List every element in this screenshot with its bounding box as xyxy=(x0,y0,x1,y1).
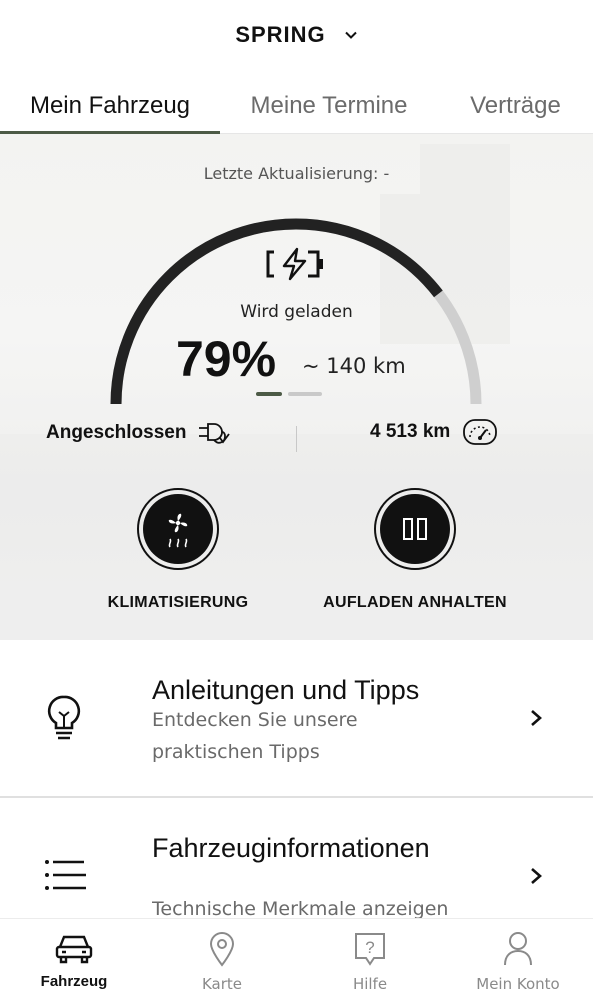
vehicle-stats-row: Angeschlossen 4 513 km xyxy=(0,418,593,458)
card-title: Anleitungen und Tipps xyxy=(152,675,420,705)
carousel-dot[interactable] xyxy=(288,392,322,396)
nav-mein-konto[interactable]: Mein Konto xyxy=(444,919,592,1000)
vehicle-info-card[interactable]: Fahrzeuginformationen Technische Merkmal… xyxy=(0,800,593,920)
nav-karte[interactable]: Karte xyxy=(148,919,296,1000)
battery-percentage: 79% xyxy=(176,331,277,387)
chevron-down-icon xyxy=(344,31,357,39)
odometer-value: 4 513 km xyxy=(370,421,451,442)
plug-connected-icon xyxy=(199,423,231,444)
climate-button[interactable] xyxy=(137,488,219,570)
plug-status-label: Angeschlossen xyxy=(46,422,187,443)
chevron-right-icon xyxy=(531,868,542,884)
list-icon xyxy=(45,860,86,890)
nav-label: Mein Konto xyxy=(476,975,560,993)
lightbulb-icon xyxy=(47,695,81,740)
chevron-right-icon xyxy=(531,710,542,726)
plug-status: Angeschlossen xyxy=(46,418,232,448)
stop-charging-label: AUFLADEN ANHALTEN xyxy=(323,594,507,611)
nav-fahrzeug[interactable]: Fahrzeug xyxy=(0,919,148,1000)
nav-label: Karte xyxy=(201,975,243,993)
car-icon xyxy=(55,935,93,964)
nav-hilfe[interactable]: ? Hilfe xyxy=(296,919,444,1000)
carousel-indicator[interactable] xyxy=(256,392,322,396)
card-title: Fahrzeuginformationen xyxy=(152,833,430,863)
map-pin-icon xyxy=(209,932,235,967)
climate-action: KLIMATISIERUNG xyxy=(68,488,288,612)
carousel-dot[interactable] xyxy=(256,392,282,396)
stats-divider xyxy=(296,426,297,452)
tab-bar: Mein Fahrzeug Meine Termine Verträge xyxy=(0,82,593,135)
speedometer-icon xyxy=(463,419,498,445)
vehicle-status-panel: Letzte Aktualisierung: - Wird geladen 79… xyxy=(0,134,593,640)
user-icon xyxy=(504,932,532,966)
last-update-text: Letzte Aktualisierung: - xyxy=(203,164,390,183)
battery-charging-icon xyxy=(266,247,323,281)
svg-text:?: ? xyxy=(365,938,374,957)
charging-status-label: Wird geladen xyxy=(240,302,353,322)
vehicle-selector[interactable]: SPRING xyxy=(235,22,357,48)
stop-charging-action: AUFLADEN ANHALTEN xyxy=(305,488,525,612)
climate-label: KLIMATISIERUNG xyxy=(107,594,249,611)
top-header: SPRING xyxy=(0,0,593,70)
help-icon: ? xyxy=(355,933,385,966)
vehicle-name: SPRING xyxy=(235,22,326,47)
tab-meine-termine[interactable]: Meine Termine xyxy=(220,82,438,133)
card-subtitle: Entdecken Sie unsere praktischen Tipps xyxy=(152,709,358,763)
stop-charging-button[interactable] xyxy=(374,488,456,570)
card-subtitle: Technische Merkmale anzeigen xyxy=(152,898,449,919)
odometer: 4 513 km xyxy=(370,418,498,446)
battery-gauge xyxy=(110,218,482,405)
pause-icon xyxy=(403,518,427,540)
range-value: ~ 140 km xyxy=(302,354,406,378)
bottom-navigation: Fahrzeug Karte ? Hilfe Mein Konto xyxy=(0,918,593,1000)
tab-vertraege[interactable]: Verträge xyxy=(438,82,593,133)
guides-tips-card[interactable]: Anleitungen und Tipps Entdecken Sie unse… xyxy=(0,640,593,798)
nav-label: Hilfe xyxy=(352,975,388,993)
nav-label: Fahrzeug xyxy=(40,973,108,990)
tab-mein-fahrzeug[interactable]: Mein Fahrzeug xyxy=(0,82,220,135)
fan-heat-icon xyxy=(168,513,188,548)
